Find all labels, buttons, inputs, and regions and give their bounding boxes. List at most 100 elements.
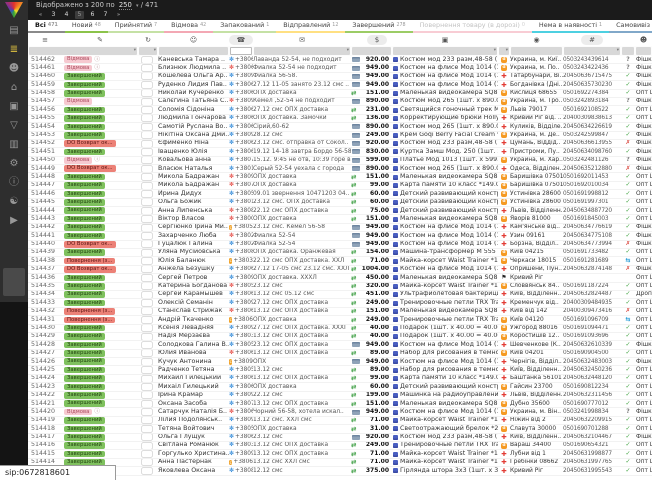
customer-phone[interactable]: +3806 bbox=[235, 64, 253, 71]
filter-input-2[interactable] bbox=[159, 47, 228, 55]
table-row[interactable]: 514438Повернення (з...Юлія Баланюкc+3803… bbox=[28, 257, 652, 265]
call-status-icon[interactable]: ✻ bbox=[229, 350, 234, 357]
customer-phone[interactable]: +3809 bbox=[235, 392, 253, 399]
status-badge[interactable]: Завершений bbox=[64, 400, 105, 407]
ttn-column-icon[interactable]: # bbox=[581, 35, 603, 45]
tracking-number[interactable]: 20450632448120 bbox=[563, 375, 621, 382]
customer-phone[interactable]: +3808 bbox=[235, 467, 253, 474]
customer-phone[interactable]: +3807 bbox=[235, 182, 253, 189]
status-badge[interactable]: Відмова bbox=[64, 65, 92, 72]
status-badge[interactable]: Завершений bbox=[64, 115, 105, 122]
call-status-icon[interactable]: ✻ bbox=[229, 450, 234, 457]
tracking-number[interactable]: 0501690777012 bbox=[563, 400, 621, 407]
tracking-number[interactable]: 0501691093696 bbox=[563, 333, 621, 340]
status-badge[interactable]: DO Возврат ок... bbox=[64, 241, 116, 248]
status-badge[interactable]: DO Возврат ок... bbox=[64, 165, 116, 172]
customer-phone[interactable]: +3805 bbox=[235, 283, 253, 290]
customer-phone[interactable]: +3809 bbox=[235, 299, 253, 306]
customer-phone[interactable]: +3809 bbox=[235, 450, 253, 457]
call-status-icon[interactable]: ✻ bbox=[229, 425, 234, 432]
messenger-icon[interactable]: c bbox=[229, 225, 232, 231]
status-badge[interactable]: Завершений bbox=[64, 191, 105, 198]
status-badge[interactable]: Завершений bbox=[64, 233, 105, 240]
tracking-number[interactable]: 20450632104467 bbox=[563, 434, 621, 441]
status-badge[interactable]: DO Возврат ок... bbox=[64, 266, 116, 273]
customer-phone[interactable]: +3805 bbox=[233, 224, 253, 231]
customer-phone[interactable]: +3806 bbox=[235, 383, 253, 390]
tab-2[interactable]: Прийнятий7 bbox=[108, 20, 164, 33]
table-row[interactable]: 514448ЗавершенийМикола Бадражан✻+3809ОПХ… bbox=[28, 173, 652, 181]
tracking-number[interactable]: 20450632311456 bbox=[563, 392, 621, 399]
tracking-number[interactable]: 0501691997301 bbox=[563, 199, 621, 206]
tracking-number[interactable]: 0501691096709 bbox=[563, 316, 621, 323]
call-status-icon[interactable]: ✻ bbox=[229, 207, 234, 214]
table-row[interactable]: 514413ЗавершенийЯковлева Оксана✻+380812.… bbox=[28, 467, 652, 475]
filter-input-7[interactable]: ▾ bbox=[499, 47, 509, 55]
page-7-button[interactable]: 7 bbox=[101, 11, 110, 19]
call-status-icon[interactable]: ✻ bbox=[229, 366, 234, 373]
call-status-icon[interactable]: ✻ bbox=[229, 434, 234, 441]
tracking-number[interactable]: 0503241998834 bbox=[563, 408, 621, 415]
tracking-number[interactable]: 0503243439614 bbox=[563, 56, 621, 63]
customer-phone[interactable]: +3808 bbox=[235, 207, 253, 214]
product-column-icon[interactable]: ▣ bbox=[442, 36, 449, 44]
tracking-number[interactable]: 0501690904500 bbox=[563, 350, 621, 357]
table-row[interactable]: 514455ЗавершенийЛюдмила Гончарова✻+3806О… bbox=[28, 115, 652, 123]
call-status-icon[interactable]: ✻ bbox=[229, 190, 234, 197]
table-row[interactable]: 514423ЗавершенийМихаіл Гилецький✻+3806ОП… bbox=[28, 383, 652, 391]
status-badge[interactable]: Завершений bbox=[64, 442, 105, 449]
table-row[interactable]: 514428ЗавершенийСолодкова Галина В..✻+38… bbox=[28, 341, 652, 349]
status-column-icon[interactable]: ✎ bbox=[97, 36, 103, 44]
customer-phone[interactable]: +3806 bbox=[235, 115, 253, 122]
tracking-number[interactable]: 20450634776619 bbox=[563, 224, 621, 231]
tracking-number[interactable]: 0501691187224 bbox=[563, 283, 621, 290]
call-status-icon[interactable]: ✻ bbox=[229, 375, 234, 382]
tab-7[interactable]: Повернення товару (в дорозі)0 bbox=[413, 20, 532, 33]
tab-8[interactable]: Нема в наявності1 bbox=[532, 20, 609, 33]
products-icon[interactable]: ▣ bbox=[4, 100, 24, 113]
status-badge[interactable]: Завершений bbox=[64, 132, 105, 139]
status-badge[interactable]: Завершений bbox=[64, 417, 105, 424]
customer-phone[interactable]: +3806 bbox=[235, 266, 253, 273]
customer-column-icon[interactable]: ☺ bbox=[190, 36, 197, 44]
table-row[interactable]: 514414ЗавершенийАнна Пастернакc+380613.1… bbox=[28, 459, 652, 467]
table-row[interactable]: 514430ЗавершенийКсенія Левадняя✻+380927.… bbox=[28, 325, 652, 333]
table-row[interactable]: 514461ВідмоваⓘБлизнюк Людмила ..✻+3806Фи… bbox=[28, 64, 652, 72]
status-badge[interactable]: Завершений bbox=[64, 426, 105, 433]
tab-9[interactable]: Самовивіз2 bbox=[609, 20, 652, 33]
messenger-icon[interactable]: c bbox=[229, 359, 232, 365]
call-status-icon[interactable]: ✻ bbox=[229, 392, 234, 399]
status-badge[interactable]: Завершений bbox=[64, 300, 105, 307]
customer-phone[interactable]: +3809 bbox=[235, 173, 253, 180]
tracking-number[interactable]: 0501690701288 bbox=[563, 425, 621, 432]
table-row[interactable]: 514441ЗавершенийЗахарченко Люба✻+3802Фиа… bbox=[28, 232, 652, 240]
customer-phone[interactable]: +3803 bbox=[235, 333, 253, 340]
tab-5[interactable]: Відправлений12 bbox=[276, 20, 345, 33]
customer-phone[interactable]: +3805 bbox=[235, 190, 253, 197]
call-status-icon[interactable]: ✻ bbox=[229, 182, 234, 189]
customer-phone[interactable]: +3806 bbox=[235, 148, 253, 155]
table-row[interactable]: 514457ВідмоваСалєгина Татьяна С..✻+3809К… bbox=[28, 98, 652, 106]
customer-phone[interactable]: +3806 bbox=[235, 81, 253, 88]
tab-4[interactable]: Запакований1 bbox=[213, 20, 276, 33]
manager-column-icon[interactable]: ☻ bbox=[640, 36, 647, 44]
table-row[interactable]: 514421ЗавершенийОксана Засоба✻+380713.12… bbox=[28, 400, 652, 408]
tracking-number[interactable]: 20450631997765 bbox=[563, 459, 621, 466]
customer-phone[interactable]: +3807 bbox=[235, 157, 253, 164]
app-logo-icon[interactable] bbox=[5, 2, 23, 18]
messenger-icon[interactable]: c bbox=[229, 258, 232, 264]
call-status-icon[interactable]: ✻ bbox=[229, 241, 234, 248]
table-row[interactable]: 514419ЗавершенийЛілия Подолянськ..✻+3809… bbox=[28, 417, 652, 425]
refresh-icon[interactable]: ↻ bbox=[145, 36, 151, 44]
tracking-number[interactable]: 20450632450236 bbox=[563, 366, 621, 373]
table-row[interactable]: 514462ВідмоваⓘКаневська Тамара ..✻+3806Л… bbox=[28, 56, 652, 64]
table-row[interactable]: 514454ЗавершенийСамотій Руслана Во..✻+38… bbox=[28, 123, 652, 131]
status-badge[interactable]: DO Возврат ок... bbox=[64, 140, 116, 147]
id-column-icon[interactable]: ≡ bbox=[42, 36, 48, 44]
status-badge[interactable]: Завершений bbox=[64, 216, 105, 223]
table-row[interactable]: 514429ЗавершенийНадія Мерзаєва✻+380313.1… bbox=[28, 333, 652, 341]
customer-phone[interactable]: +3806 bbox=[235, 434, 253, 441]
sip-number[interactable]: sip:0672818601 bbox=[5, 468, 70, 477]
page-3-button[interactable]: 3 bbox=[49, 11, 58, 19]
filter-input-1[interactable]: ▾ bbox=[139, 47, 157, 55]
